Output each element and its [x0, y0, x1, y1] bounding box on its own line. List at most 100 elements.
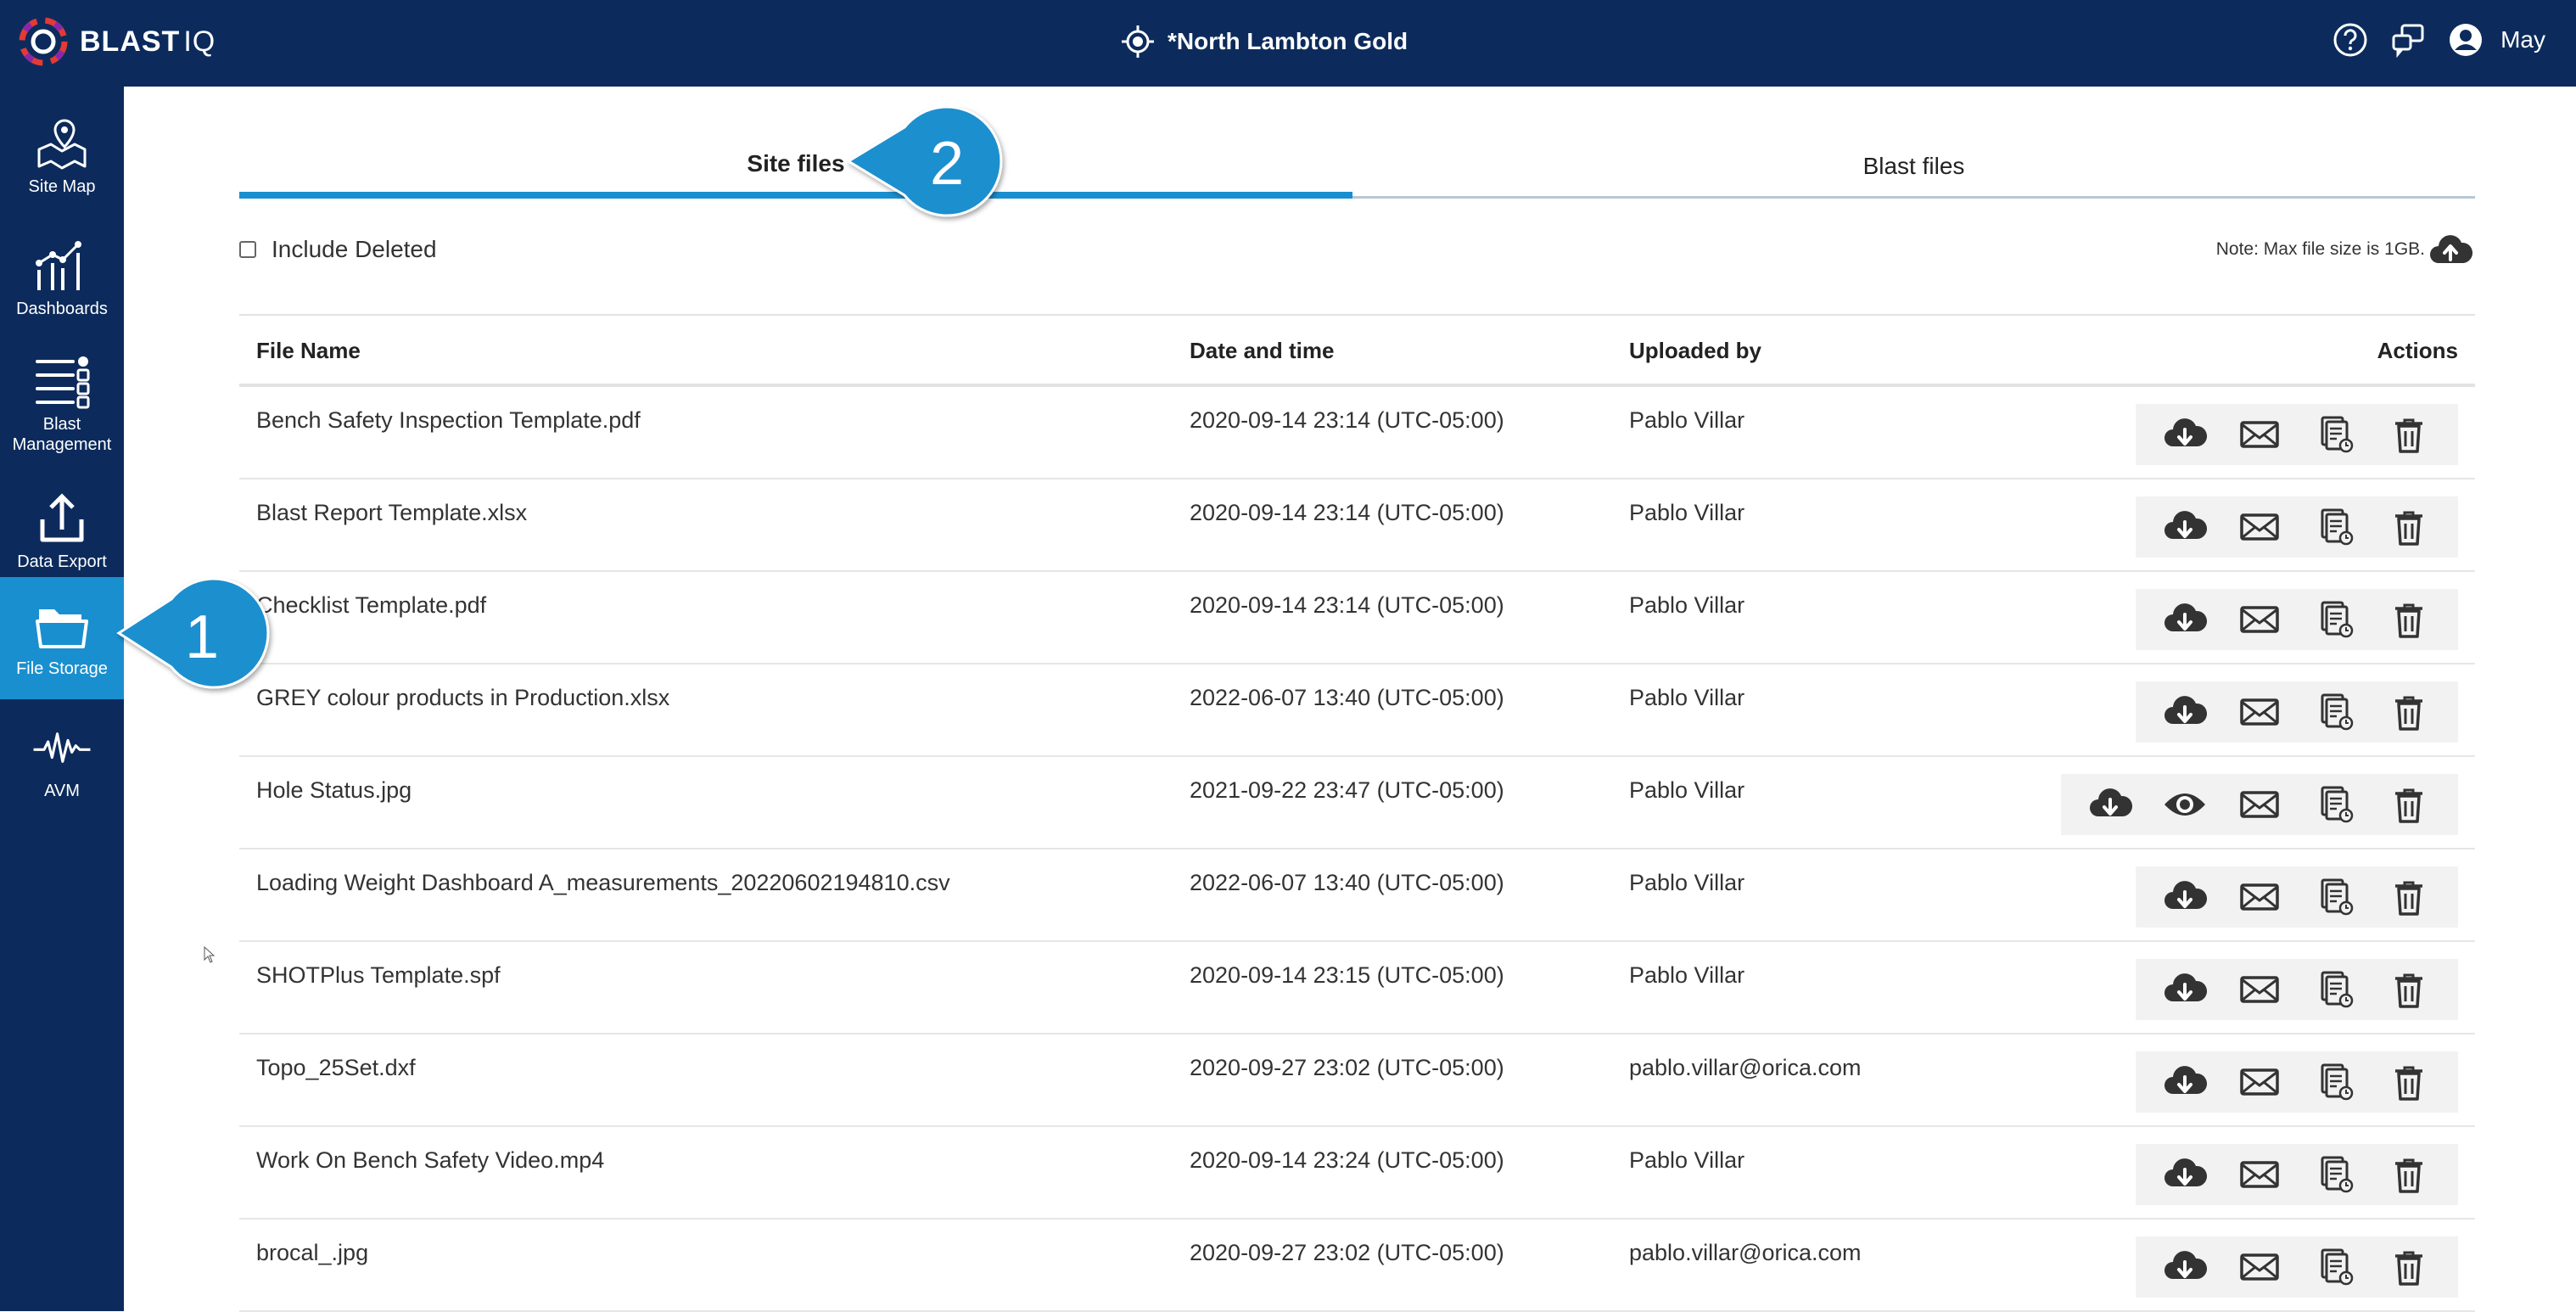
email-button[interactable] [2236, 1151, 2283, 1198]
uploaded-by-cell: Pablo Villar [1629, 592, 1745, 618]
tab-site-files[interactable]: Site files [239, 136, 1352, 199]
versions-button[interactable] [2310, 873, 2358, 921]
email-button[interactable] [2236, 411, 2283, 458]
versions-button[interactable] [2310, 503, 2358, 551]
trash-icon [2385, 1243, 2433, 1291]
row-actions [2136, 866, 2458, 928]
cloud-upload-icon[interactable] [2427, 231, 2474, 268]
email-button[interactable] [2236, 1243, 2283, 1291]
versions-button[interactable] [2310, 688, 2358, 736]
cloud-download-icon [2161, 1243, 2209, 1291]
download-button[interactable] [2161, 873, 2209, 921]
file-history-icon [2310, 688, 2358, 736]
sidebar-item-avm[interactable]: AVM [0, 699, 124, 821]
user-icon[interactable] [2446, 20, 2485, 59]
cloud-download-icon [2161, 1151, 2209, 1198]
email-button[interactable] [2236, 873, 2283, 921]
download-button[interactable] [2086, 781, 2134, 828]
download-button[interactable] [2161, 688, 2209, 736]
upload-note: Note: Max file size is 1GB. [2216, 231, 2474, 268]
file-name-cell[interactable]: Work On Bench Safety Video.mp4 [256, 1147, 604, 1174]
download-button[interactable] [2161, 1058, 2209, 1106]
file-history-icon [2310, 873, 2358, 921]
table-row[interactable]: Work On Bench Safety Video.mp4 2020-09-14… [239, 1127, 2475, 1219]
delete-button[interactable] [2385, 1151, 2433, 1198]
table-row[interactable]: Loading Weight Dashboard A_measurements_… [239, 849, 2475, 942]
site-selector[interactable]: *North Lambton Gold [1120, 24, 1408, 59]
versions-button[interactable] [2310, 596, 2358, 643]
download-button[interactable] [2161, 596, 2209, 643]
user-name[interactable]: May [2500, 26, 2545, 53]
file-name-cell[interactable]: Loading Weight Dashboard A_measurements_… [256, 870, 950, 896]
download-button[interactable] [2161, 1151, 2209, 1198]
chat-icon[interactable] [2388, 20, 2428, 59]
table-row[interactable]: Hole Status.jpg 2021-09-22 23:47 (UTC-05:… [239, 757, 2475, 849]
delete-button[interactable] [2385, 688, 2433, 736]
download-button[interactable] [2161, 411, 2209, 458]
download-button[interactable] [2161, 1243, 2209, 1291]
email-button[interactable] [2236, 781, 2283, 828]
date-cell: 2020-09-27 23:02 (UTC-05:00) [1190, 1240, 1504, 1265]
table-row[interactable]: SHOTPlus Template.spf 2020-09-14 23:15 (U… [239, 942, 2475, 1034]
versions-button[interactable] [2310, 1243, 2358, 1291]
file-name-cell[interactable]: Hole Status.jpg [256, 777, 412, 804]
file-name-cell[interactable]: Blast Report Template.xlsx [256, 500, 527, 526]
date-cell: 2020-09-14 23:24 (UTC-05:00) [1190, 1147, 1504, 1173]
versions-button[interactable] [2310, 781, 2358, 828]
table-row[interactable]: Blast Report Template.xlsx 2020-09-14 23:… [239, 479, 2475, 572]
file-name-cell[interactable]: SHOTPlus Template.spf [256, 962, 501, 989]
file-name-cell[interactable]: brocal_.jpg [256, 1240, 368, 1266]
delete-button[interactable] [2385, 1058, 2433, 1106]
include-deleted-checkbox[interactable] [239, 241, 256, 258]
file-name-cell[interactable]: Topo_25Set.dxf [256, 1055, 416, 1081]
cloud-download-icon [2086, 781, 2134, 828]
table-row[interactable]: GREY colour products in Production.xlsx 2… [239, 664, 2475, 757]
delete-button[interactable] [2385, 596, 2433, 643]
file-name-cell[interactable]: Bench Safety Inspection Template.pdf [256, 407, 641, 434]
delete-button[interactable] [2385, 1243, 2433, 1291]
email-button[interactable] [2236, 966, 2283, 1013]
table-row[interactable]: Checklist Template.pdf 2020-09-14 23:14 (… [239, 572, 2475, 664]
sidebar-item-label: File Storage [16, 659, 108, 678]
blastiq-logo[interactable]: BLAST IQ [17, 15, 216, 68]
mail-icon [2236, 1243, 2283, 1291]
delete-button[interactable] [2385, 411, 2433, 458]
table-row[interactable]: Topo_25Set.dxf 2020-09-27 23:02 (UTC-05:0… [239, 1034, 2475, 1127]
email-button[interactable] [2236, 688, 2283, 736]
sidebar-item-blast-management[interactable]: Blast Management [0, 343, 124, 465]
sidebar-item-dashboards[interactable]: Dashboards [0, 217, 124, 339]
include-deleted-option[interactable]: Include Deleted [239, 236, 437, 263]
cloud-download-icon [2161, 688, 2209, 736]
delete-button[interactable] [2385, 503, 2433, 551]
download-button[interactable] [2161, 503, 2209, 551]
versions-button[interactable] [2310, 411, 2358, 458]
callout-number-2: 2 [930, 130, 965, 198]
email-button[interactable] [2236, 596, 2283, 643]
sidebar-item-data-export[interactable]: Data Export [0, 470, 124, 592]
download-button[interactable] [2161, 966, 2209, 1013]
email-button[interactable] [2236, 1058, 2283, 1106]
mail-icon [2236, 688, 2283, 736]
preview-button[interactable] [2161, 781, 2209, 828]
versions-button[interactable] [2310, 1151, 2358, 1198]
delete-button[interactable] [2385, 873, 2433, 921]
sidebar-item-file-storage[interactable]: File Storage [0, 577, 124, 699]
delete-button[interactable] [2385, 966, 2433, 1013]
versions-button[interactable] [2310, 1058, 2358, 1106]
table-row[interactable]: brocal_.jpg 2020-09-27 23:02 (UTC-05:00) p… [239, 1219, 2475, 1312]
mail-icon [2236, 966, 2283, 1013]
table-row[interactable]: Bench Safety Inspection Template.pdf 2020… [239, 387, 2475, 479]
row-actions [2136, 1051, 2458, 1113]
file-name-cell[interactable]: GREY colour products in Production.xlsx [256, 685, 669, 711]
file-name-cell[interactable]: Checklist Template.pdf [256, 592, 486, 619]
cloud-download-icon [2161, 596, 2209, 643]
email-button[interactable] [2236, 503, 2283, 551]
tab-blast-files[interactable]: Blast files [1352, 136, 2475, 199]
list-icon [36, 356, 90, 409]
file-history-icon [2310, 411, 2358, 458]
trash-icon [2385, 688, 2433, 736]
versions-button[interactable] [2310, 966, 2358, 1013]
delete-button[interactable] [2385, 781, 2433, 828]
help-icon[interactable] [2331, 20, 2370, 59]
sidebar-item-site-map[interactable]: Site Map [0, 95, 124, 217]
